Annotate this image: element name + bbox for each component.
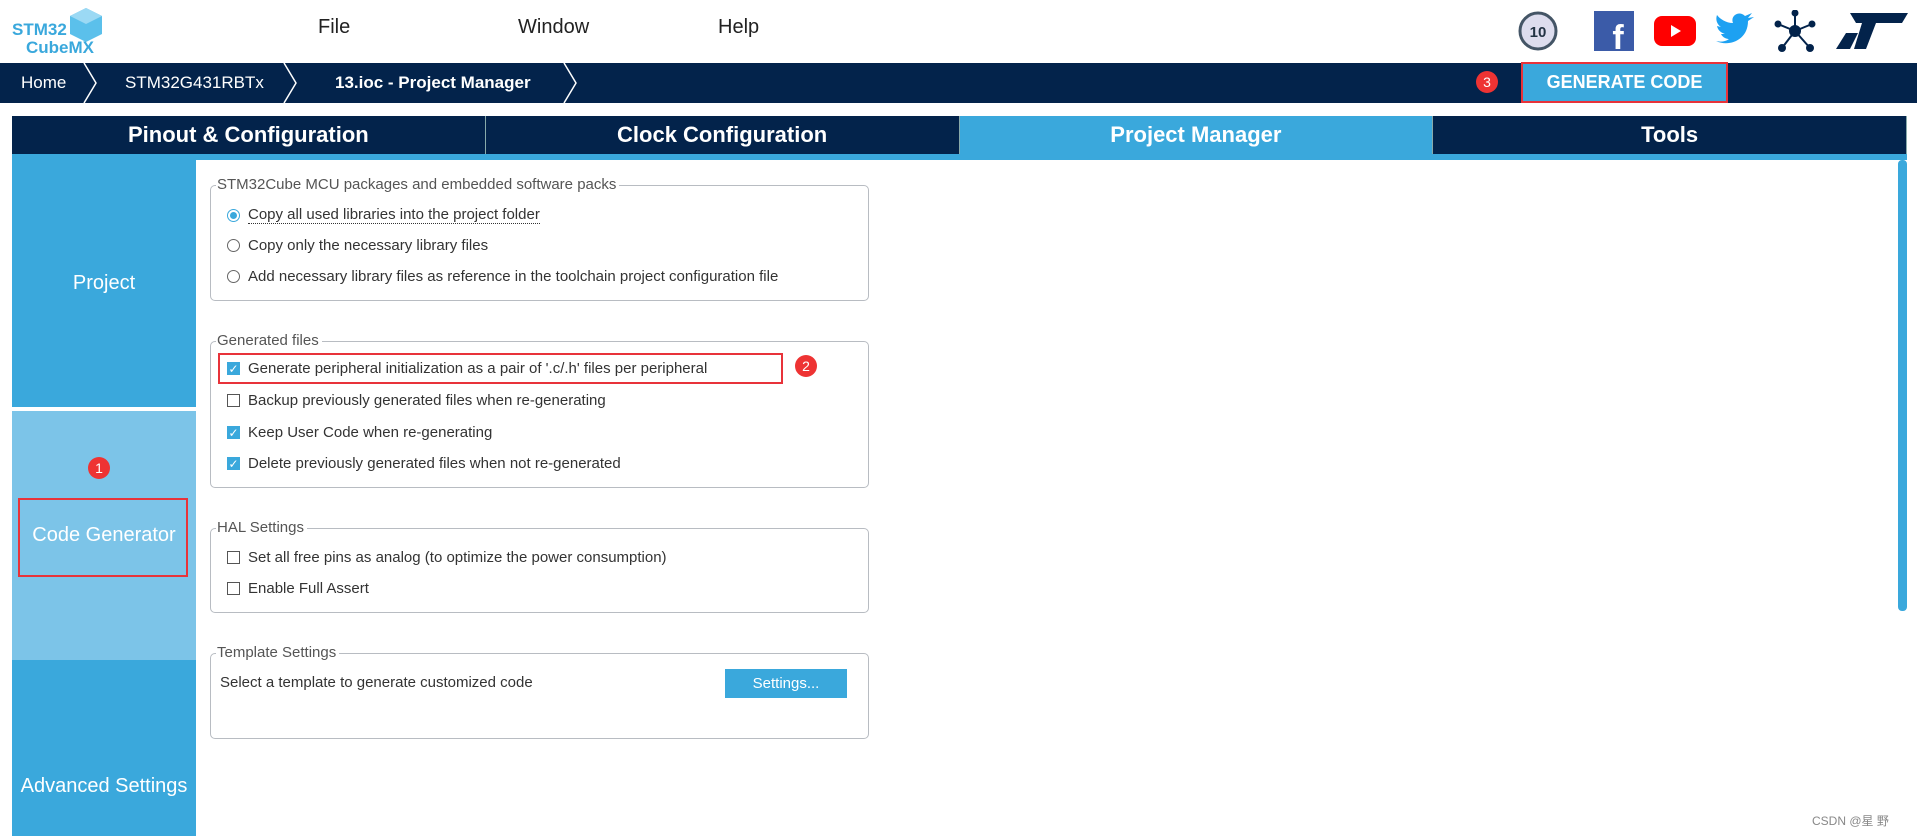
scrollbar[interactable] bbox=[1898, 160, 1907, 836]
radio-copy-necessary[interactable]: Copy only the necessary library files bbox=[227, 237, 488, 254]
svg-text:10: 10 bbox=[1530, 24, 1547, 41]
radio-copy-all[interactable]: Copy all used libraries into the project… bbox=[227, 206, 540, 224]
svg-text:f: f bbox=[1612, 19, 1624, 51]
packs-group: STM32Cube MCU packages and embedded soft… bbox=[210, 176, 869, 301]
scrollbar-thumb[interactable] bbox=[1898, 160, 1907, 611]
chevron-right-icon bbox=[283, 63, 297, 103]
checkbox-keep-user-code[interactable]: ✓ Keep User Code when re-generating bbox=[227, 424, 492, 441]
st-logo-icon[interactable] bbox=[1836, 10, 1908, 52]
sidebar-item-project[interactable]: Project bbox=[12, 160, 196, 407]
tab-project-manager[interactable]: Project Manager bbox=[959, 116, 1434, 154]
sidebar-item-advanced-settings[interactable]: Advanced Settings bbox=[12, 660, 196, 836]
tab-clock-configuration[interactable]: Clock Configuration bbox=[486, 116, 960, 154]
check-icon: ✓ bbox=[227, 425, 240, 440]
main-tabs: Pinout & Configuration Clock Configurati… bbox=[12, 116, 1907, 154]
facebook-icon[interactable]: f bbox=[1594, 10, 1634, 52]
menu-file[interactable]: File bbox=[318, 16, 350, 39]
youtube-icon[interactable] bbox=[1654, 10, 1696, 52]
network-icon[interactable] bbox=[1774, 10, 1816, 52]
template-settings-button[interactable]: Settings... bbox=[725, 669, 847, 698]
breadcrumb-mcu[interactable]: STM32G431RBTx bbox=[125, 73, 264, 93]
annotation-highlight-code-generator bbox=[18, 498, 188, 577]
watermark: CSDN @星 野 bbox=[1812, 814, 1889, 828]
10-years-badge-icon[interactable]: 10 bbox=[1518, 10, 1558, 52]
menu-window[interactable]: Window bbox=[518, 16, 589, 39]
chevron-right-icon bbox=[563, 63, 577, 103]
template-settings-group: Template Settings Select a template to g… bbox=[210, 644, 869, 739]
tab-underline bbox=[12, 154, 1907, 160]
twitter-icon[interactable] bbox=[1714, 10, 1756, 52]
radio-add-reference[interactable]: Add necessary library files as reference… bbox=[227, 268, 778, 285]
chevron-right-icon bbox=[83, 63, 97, 103]
annotation-badge-2: 2 bbox=[795, 355, 817, 377]
checkbox-free-pins-analog[interactable]: Set all free pins as analog (to optimize… bbox=[227, 549, 667, 566]
breadcrumb-home[interactable]: Home bbox=[21, 73, 66, 93]
tab-tools[interactable]: Tools bbox=[1433, 116, 1907, 154]
check-icon: ✓ bbox=[227, 456, 240, 471]
menu-help[interactable]: Help bbox=[718, 16, 759, 39]
app-logo: STM32 CubeMX bbox=[10, 6, 102, 58]
breadcrumb-project[interactable]: 13.ioc - Project Manager bbox=[335, 73, 531, 93]
generate-code-button[interactable]: GENERATE CODE bbox=[1521, 62, 1728, 103]
annotation-badge-1: 1 bbox=[88, 457, 110, 479]
hal-settings-group: HAL Settings Set all free pins as analog… bbox=[210, 519, 869, 613]
checkbox-full-assert[interactable]: Enable Full Assert bbox=[227, 580, 369, 597]
annotation-highlight-peripheral-pair bbox=[218, 353, 783, 384]
template-description: Select a template to generate customized… bbox=[220, 674, 533, 691]
annotation-badge-3: 3 bbox=[1476, 71, 1498, 93]
tab-pinout-configuration[interactable]: Pinout & Configuration bbox=[12, 116, 486, 154]
checkbox-backup-files[interactable]: Backup previously generated files when r… bbox=[227, 392, 606, 409]
checkbox-delete-previous[interactable]: ✓ Delete previously generated files when … bbox=[227, 455, 621, 472]
